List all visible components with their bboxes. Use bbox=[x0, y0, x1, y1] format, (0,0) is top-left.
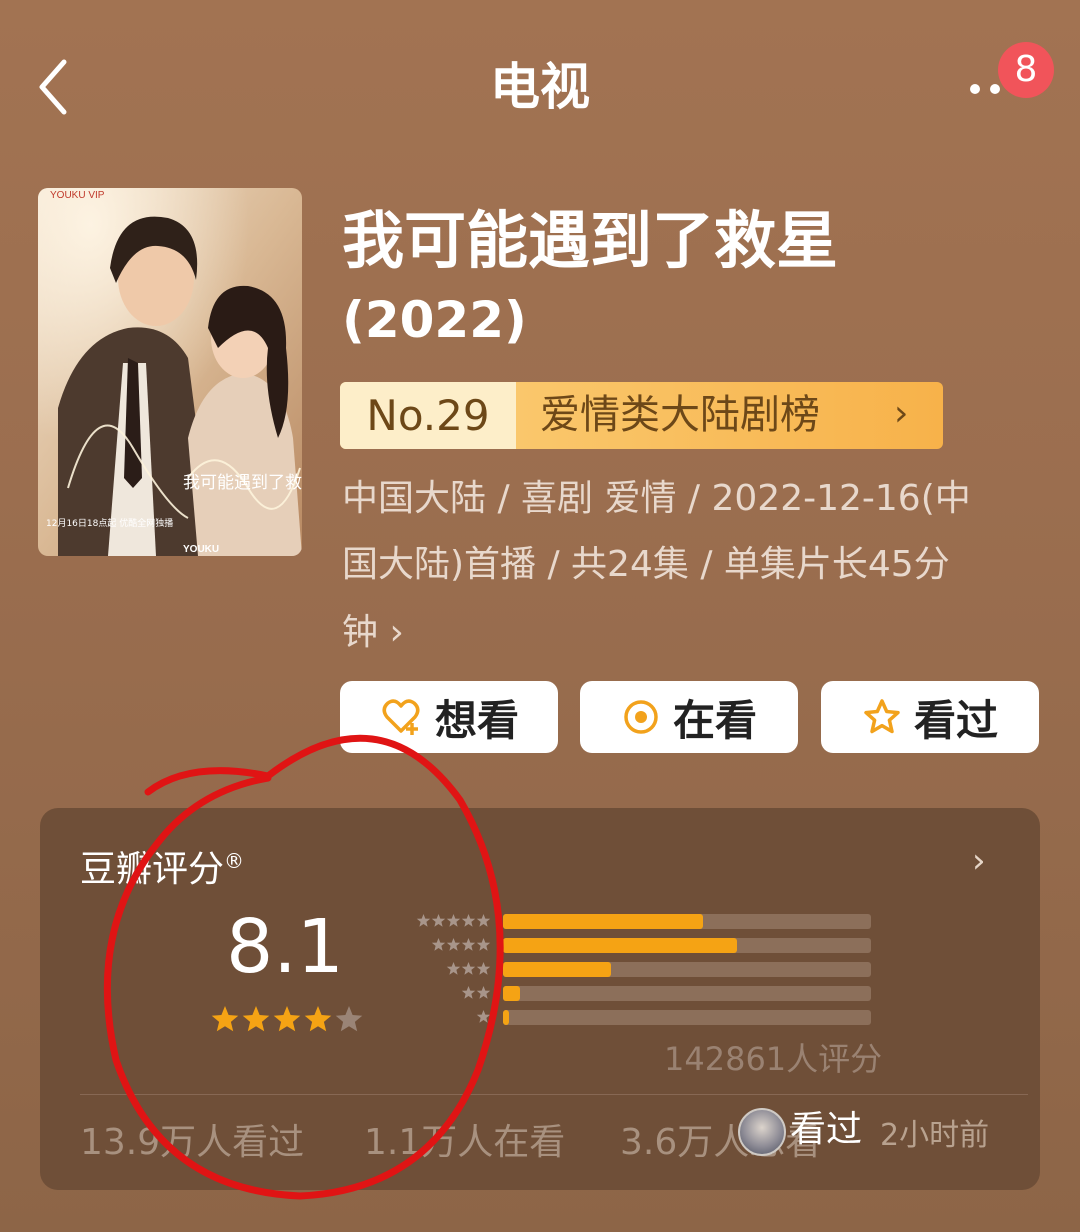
star-filled-icon bbox=[304, 1006, 332, 1032]
rank-label: 爱情类大陆剧榜 bbox=[540, 392, 820, 438]
notification-badge: 8 bbox=[998, 42, 1054, 98]
small-star-icon bbox=[461, 914, 476, 927]
rating-title: 豆瓣评分® bbox=[80, 849, 245, 890]
poster-brand-bottom: YOUKU bbox=[183, 544, 219, 555]
top-bar: 电视 8 bbox=[0, 0, 1080, 175]
star-empty-icon bbox=[335, 1006, 363, 1032]
rating-bar-fill bbox=[503, 938, 737, 953]
poster-release-note: 12月16日18点起 优酷全网独播 bbox=[46, 517, 173, 529]
small-stars-icon bbox=[416, 914, 491, 927]
rating-bar-2-star bbox=[503, 986, 871, 1001]
meta-line-3[interactable]: 钟 › bbox=[342, 600, 404, 666]
small-star-icon bbox=[461, 986, 476, 999]
small-star-icon bbox=[416, 914, 431, 927]
small-star-icon bbox=[476, 1010, 491, 1023]
chevron-right-icon[interactable]: › bbox=[972, 836, 986, 886]
small-star-icon bbox=[476, 938, 491, 951]
toast-time: 2小时前 bbox=[880, 1118, 990, 1153]
small-stars-icon bbox=[431, 938, 491, 951]
show-year: (2022) bbox=[342, 291, 527, 349]
rating-bar-1-star bbox=[503, 1010, 871, 1025]
watched-label: 看过 bbox=[913, 695, 998, 745]
rating-bar-5-star bbox=[503, 914, 871, 929]
small-star-icon bbox=[476, 962, 491, 975]
meta-line-2: 国大陆)首播 / 共24集 / 单集片长45分 bbox=[342, 544, 950, 585]
want-to-watch-button[interactable]: 想看 bbox=[340, 681, 558, 753]
poster-title-overlay: 我可能遇到了救星 bbox=[183, 473, 302, 493]
rating-stars bbox=[210, 1004, 370, 1040]
stat-watched[interactable]: 13.9万人看过 bbox=[80, 1116, 304, 1170]
rating-bar-fill bbox=[503, 1010, 509, 1025]
small-star-icon bbox=[446, 914, 461, 927]
small-star-icon bbox=[431, 914, 446, 927]
avatar bbox=[738, 1108, 786, 1156]
rating-bar-fill bbox=[503, 962, 611, 977]
meta-line-1: 中国大陆 / 喜剧 爱情 / 2022-12-16(中 bbox=[342, 478, 971, 519]
rating-score: 8.1 bbox=[226, 904, 344, 990]
toast-text: 看过 bbox=[790, 1109, 863, 1150]
star-filled-icon bbox=[211, 1006, 239, 1032]
registered-mark: ® bbox=[224, 849, 245, 873]
rating-count: 142861人评分 bbox=[664, 1040, 883, 1078]
small-stars-icon bbox=[461, 986, 491, 999]
small-star-icon bbox=[461, 962, 476, 975]
rating-bar-4-star bbox=[503, 938, 871, 953]
small-star-icon bbox=[446, 962, 461, 975]
show-poster[interactable]: YOUKU VIP 我可能遇到了救星 12月16日18点起 优酷全网独播 YOU… bbox=[38, 188, 302, 556]
heart-plus-icon bbox=[382, 699, 420, 735]
star-rating-icon bbox=[211, 1006, 363, 1032]
more-icon bbox=[970, 84, 980, 94]
show-title: 我可能遇到了救星 bbox=[342, 204, 839, 277]
small-star-icon bbox=[461, 938, 476, 951]
rank-pill[interactable]: No.29 爱情类大陆剧榜 bbox=[340, 382, 943, 449]
stat-watching[interactable]: 1.1万人在看 bbox=[364, 1116, 565, 1170]
watching-label: 在看 bbox=[672, 695, 757, 745]
small-star-icon bbox=[431, 938, 446, 951]
star-filled-icon bbox=[273, 1006, 301, 1032]
star-outline-icon bbox=[864, 699, 900, 734]
small-stars-icon bbox=[476, 1010, 491, 1023]
star-filled-icon bbox=[242, 1006, 270, 1032]
divider bbox=[80, 1094, 1028, 1095]
rank-number: No.29 bbox=[340, 382, 516, 449]
chevron-right-icon: › bbox=[894, 393, 909, 434]
watched-button[interactable]: 看过 bbox=[821, 681, 1039, 753]
small-stars-icon bbox=[446, 962, 491, 975]
small-star-icon bbox=[476, 986, 491, 999]
rating-bar-3-star bbox=[503, 962, 871, 977]
page-title: 电视 bbox=[490, 58, 590, 116]
small-star-icon bbox=[446, 938, 461, 951]
rating-bar-fill bbox=[503, 914, 703, 929]
poster-brand-top: YOUKU VIP bbox=[50, 190, 105, 201]
rating-bar-fill bbox=[503, 986, 520, 1001]
small-star-icon bbox=[476, 914, 491, 927]
watching-button[interactable]: 在看 bbox=[580, 681, 798, 753]
want-to-watch-label: 想看 bbox=[434, 695, 519, 745]
target-icon bbox=[624, 700, 658, 734]
